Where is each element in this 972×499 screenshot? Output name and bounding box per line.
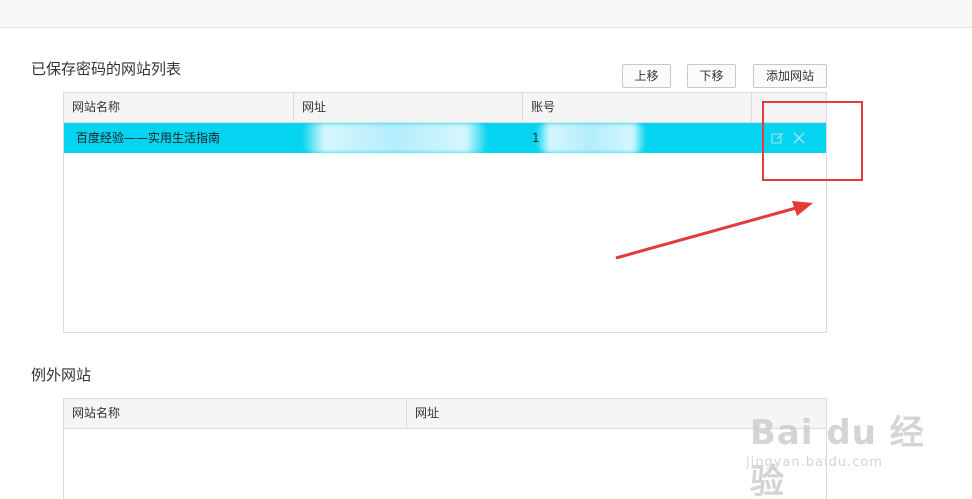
baidu-watermark: Bai du 经验 jingyan.baidu.com	[740, 395, 940, 499]
watermark-logo-text: Bai du 经验	[750, 413, 925, 499]
watermark-url: jingyan.baidu.com	[746, 455, 883, 470]
